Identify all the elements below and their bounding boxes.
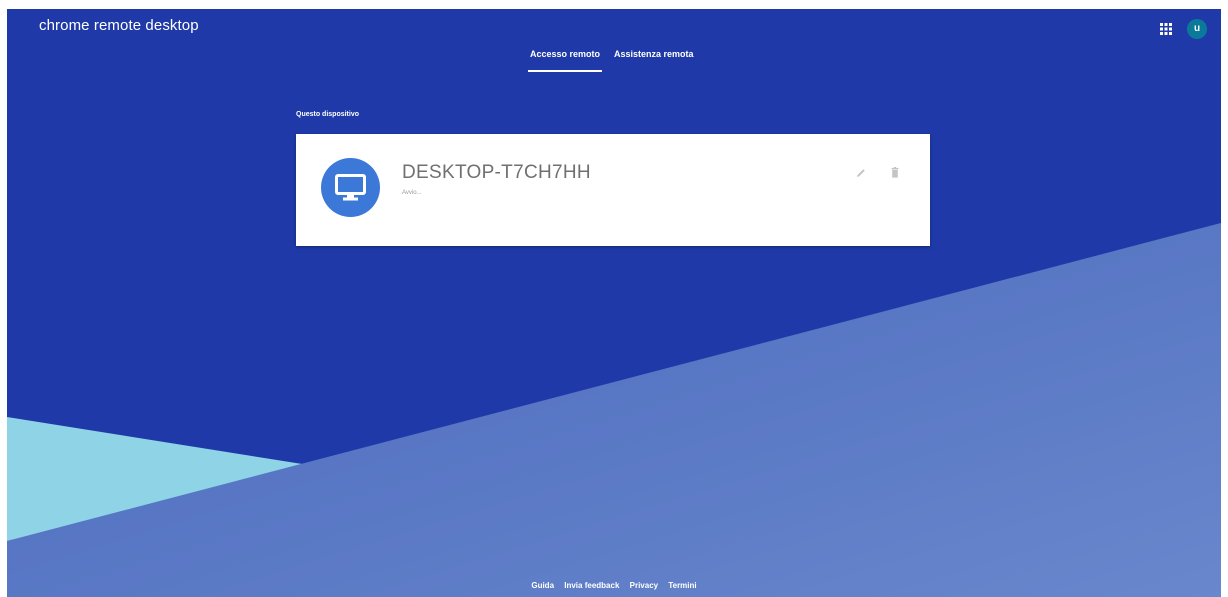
avatar[interactable]: u [1187,19,1207,39]
device-status: Avvio... [402,190,422,196]
background-graphic [7,9,1221,597]
section-heading: Questo dispositivo [296,111,360,118]
active-tab-indicator [528,70,602,72]
device-card[interactable]: DESKTOP-T7CH7HH Avvio... [296,134,930,246]
tab-remote-assistance-label: Assistenza remota [614,49,694,59]
app-title: chrome remote desktop [39,17,199,34]
edit-icon[interactable] [856,168,866,178]
apps-grid-icon[interactable] [1159,22,1173,36]
delete-icon[interactable] [891,167,899,178]
tab-remote-access-label: Accesso remoto [529,49,601,59]
device-name: DESKTOP-T7CH7HH [402,162,591,183]
footer-link-feedback[interactable]: Invia feedback [564,581,619,590]
tab-remote-access[interactable]: Accesso remoto [528,48,602,72]
footer: Guida Invia feedback Privacy Termini [7,581,1221,590]
footer-link-terms[interactable]: Termini [668,581,696,590]
monitor-icon [335,174,366,201]
device-avatar [321,158,380,217]
tab-bar: Accesso remoto Assistenza remota [7,48,1221,72]
footer-link-help[interactable]: Guida [531,581,554,590]
tab-remote-assistance[interactable]: Assistenza remota [614,48,704,72]
footer-link-privacy[interactable]: Privacy [630,581,658,590]
app-window: chrome remote desktop u Accesso remoto A… [7,9,1221,597]
